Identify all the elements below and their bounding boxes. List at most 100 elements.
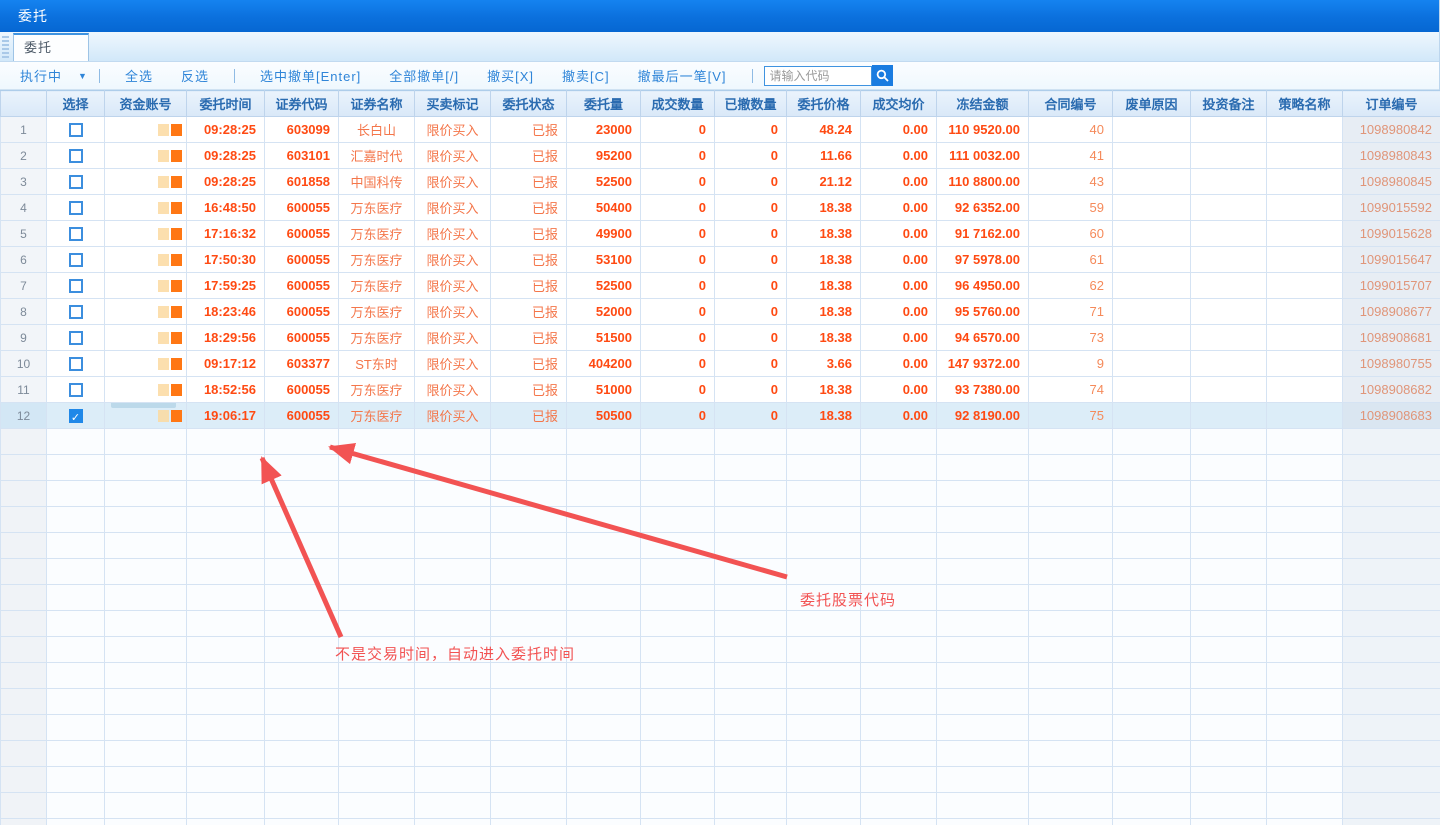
table-row[interactable]: 4 16:48:50 600055 万东医疗 限价买入 已报 50400 0 0 18.38 0.0…	[0, 194, 1440, 221]
column-header-3[interactable]: 证券代码	[264, 90, 339, 117]
empty-cell	[186, 636, 265, 663]
drag-grip-icon[interactable]	[2, 36, 9, 58]
account-cell-redacted	[104, 246, 187, 273]
column-header-15[interactable]: 投资备注	[1190, 90, 1267, 117]
empty-cell	[1266, 792, 1343, 819]
empty-cell	[1112, 610, 1191, 637]
column-header-11[interactable]: 成交均价	[860, 90, 937, 117]
status-filter-dropdown[interactable]: 执行中 ▼	[20, 66, 88, 85]
search-button[interactable]	[871, 65, 893, 86]
cancel-last-button[interactable]: 撤最后一笔[V]	[638, 66, 727, 85]
code-search-input[interactable]	[763, 65, 872, 86]
checkbox-cell	[46, 142, 105, 169]
filled-qty-cell: 0	[640, 194, 715, 221]
row-checkbox[interactable]: ✓	[68, 409, 83, 424]
empty-cell	[640, 792, 715, 819]
redaction-artifact	[158, 279, 169, 292]
empty-cell	[186, 714, 265, 741]
row-number	[0, 636, 47, 663]
row-number	[0, 480, 47, 507]
row-checkbox[interactable]	[68, 331, 83, 346]
empty-cell	[566, 584, 641, 611]
empty-cell	[566, 610, 641, 637]
empty-cell	[640, 740, 715, 767]
empty-cell	[46, 480, 105, 507]
cancel-all-button[interactable]: 全部撤单[/]	[389, 66, 459, 85]
account-cell-redacted	[104, 298, 187, 325]
row-checkbox[interactable]	[68, 279, 83, 294]
empty-row	[0, 558, 1440, 585]
empty-cell	[786, 766, 861, 793]
column-header-16[interactable]: 策略名称	[1266, 90, 1343, 117]
invert-selection-button[interactable]: 反选	[181, 66, 209, 85]
cancel-selected-button[interactable]: 选中撤单[Enter]	[260, 66, 361, 85]
row-checkbox[interactable]	[68, 227, 83, 242]
reject-reason-cell	[1112, 272, 1191, 299]
empty-cell	[566, 792, 641, 819]
table-row[interactable]: 5 17:16:32 600055 万东医疗 限价买入 已报 49900 0 0 18.38 0.0…	[0, 220, 1440, 247]
empty-cell	[264, 480, 339, 507]
table-row[interactable]: 11 18:52:56 600055 万东医疗 限价买入 已报 51000 0 0 18.38 0.…	[0, 376, 1440, 403]
contract-no-cell: 9	[1028, 350, 1113, 377]
column-header-5[interactable]: 买卖标记	[414, 90, 491, 117]
cancelled-qty-cell: 0	[714, 116, 787, 143]
empty-cell	[338, 818, 415, 825]
column-header-14[interactable]: 废单原因	[1112, 90, 1191, 117]
table-row[interactable]: 10 09:17:12 603377 ST东时 限价买入 已报 404200 0 0 3.66 0.…	[0, 350, 1440, 377]
table-row[interactable]: 8 18:23:46 600055 万东医疗 限价买入 已报 52000 0 0 18.38 0.0…	[0, 298, 1440, 325]
tab-weituo[interactable]: 委托	[13, 33, 89, 61]
column-header-4[interactable]: 证券名称	[338, 90, 415, 117]
row-checkbox[interactable]	[68, 357, 83, 372]
table-row[interactable]: 9 18:29:56 600055 万东医疗 限价买入 已报 51500 0 0 18.38 0.0…	[0, 324, 1440, 351]
empty-cell	[714, 532, 787, 559]
column-header-10[interactable]: 委托价格	[786, 90, 861, 117]
row-checkbox[interactable]	[68, 253, 83, 268]
empty-cell	[414, 662, 491, 689]
row-checkbox[interactable]	[68, 149, 83, 164]
memo-cell	[1190, 298, 1267, 325]
row-number	[0, 506, 47, 533]
table-row[interactable]: 7 17:59:25 600055 万东医疗 限价买入 已报 52500 0 0 18.38 0.0…	[0, 272, 1440, 299]
empty-cell	[1112, 740, 1191, 767]
stock-name-cell: 长白山	[338, 116, 415, 143]
strategy-cell	[1266, 350, 1343, 377]
toolbar-divider	[98, 68, 100, 83]
redaction-mark	[106, 331, 186, 344]
table-row[interactable]: 2 09:28:25 603101 汇嘉时代 限价买入 已报 95200 0 0 11.66 0.0…	[0, 142, 1440, 169]
redaction-artifact	[158, 149, 169, 162]
empty-cell	[640, 714, 715, 741]
cancel-sells-button[interactable]: 撤卖[C]	[562, 66, 610, 85]
row-checkbox[interactable]	[68, 383, 83, 398]
empty-cell	[264, 636, 339, 663]
column-header-2[interactable]: 委托时间	[186, 90, 265, 117]
empty-cell	[414, 454, 491, 481]
column-header-0[interactable]: 选择	[46, 90, 105, 117]
quantity-cell: 23000	[566, 116, 641, 143]
empty-cell	[714, 506, 787, 533]
empty-cell	[786, 688, 861, 715]
empty-cell	[786, 662, 861, 689]
table-row[interactable]: 6 17:50:30 600055 万东医疗 限价买入 已报 53100 0 0 18.38 0.0…	[0, 246, 1440, 273]
order-no-cell: 1098908683	[1342, 402, 1440, 429]
column-header-12[interactable]: 冻结金额	[936, 90, 1029, 117]
cancel-buys-button[interactable]: 撤买[X]	[487, 66, 534, 85]
row-checkbox[interactable]	[68, 305, 83, 320]
select-all-button[interactable]: 全选	[125, 66, 153, 85]
table-row[interactable]: 3 09:28:25 601858 中国科传 限价买入 已报 52500 0 0 21.12 0.0…	[0, 168, 1440, 195]
table-row[interactable]: 1 09:28:25 603099 长白山 限价买入 已报 23000 0 0 48.24 0.00…	[0, 116, 1440, 143]
row-checkbox[interactable]	[68, 123, 83, 138]
column-header-9[interactable]: 已撤数量	[714, 90, 787, 117]
column-header-8[interactable]: 成交数量	[640, 90, 715, 117]
column-header-1[interactable]: 资金账号	[104, 90, 187, 117]
column-header-7[interactable]: 委托量	[566, 90, 641, 117]
row-checkbox[interactable]	[68, 175, 83, 190]
empty-cell	[186, 428, 265, 455]
redaction-mark	[106, 227, 186, 240]
table-row[interactable]: 12 ✓ 19:06:17 600055 万东医疗 限价买入 已报 50500 0 0 18.38 0…	[0, 402, 1440, 429]
frozen-amount-cell: 93 7380.00	[936, 376, 1029, 403]
column-header-6[interactable]: 委托状态	[490, 90, 567, 117]
row-checkbox[interactable]	[68, 201, 83, 216]
column-header-13[interactable]: 合同编号	[1028, 90, 1113, 117]
column-header-17[interactable]: 订单编号	[1342, 90, 1440, 117]
strategy-cell	[1266, 402, 1343, 429]
